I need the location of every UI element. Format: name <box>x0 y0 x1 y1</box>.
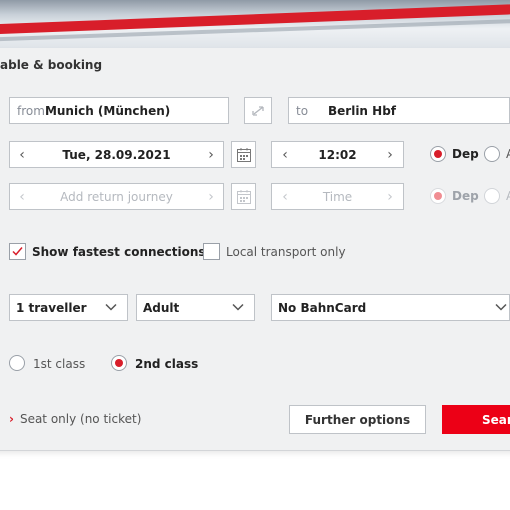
to-prefix: to <box>296 103 309 118</box>
local-transport-checkbox[interactable] <box>203 243 220 260</box>
search-button[interactable]: Searc <box>442 405 510 434</box>
return-date-placeholder: Add return journey <box>60 189 173 204</box>
swap-button[interactable] <box>244 97 272 124</box>
chevron-right-icon: › <box>9 412 14 426</box>
return-date-prev-button[interactable]: ‹ <box>10 189 34 205</box>
outbound-calendar-button[interactable] <box>231 141 256 168</box>
second-class-radio[interactable] <box>111 355 127 371</box>
chevron-down-icon <box>495 303 507 311</box>
local-transport-label: Local transport only <box>226 245 346 259</box>
chevron-right-icon: › <box>387 146 393 163</box>
chevron-left-icon: ‹ <box>282 188 288 205</box>
return-dep-label: Dep <box>452 189 479 203</box>
calendar-icon <box>236 189 251 204</box>
traveller-age-select[interactable]: Adult <box>136 294 255 321</box>
traveller-count-select[interactable]: 1 traveller <box>9 294 128 321</box>
chevron-left-icon: ‹ <box>282 146 288 163</box>
return-time-next-button[interactable]: › <box>377 189 403 205</box>
calendar-icon <box>236 147 251 162</box>
further-options-button[interactable]: Further options <box>289 405 426 434</box>
date-prev-button[interactable]: ‹ <box>10 147 34 163</box>
date-next-button[interactable]: › <box>199 147 223 163</box>
second-class-label: 2nd class <box>135 357 199 371</box>
to-value: Berlin Hbf <box>328 103 397 118</box>
return-date-next-button[interactable]: › <box>199 189 223 205</box>
outbound-date-field[interactable]: ‹ Tue, 28.09.2021 › <box>9 141 224 168</box>
traveller-age-value: Adult <box>143 300 180 315</box>
panel-title: able & booking <box>0 58 103 72</box>
header-banner-image <box>0 0 510 48</box>
bahncard-value: No BahnCard <box>278 300 367 315</box>
further-options-label: Further options <box>304 412 411 427</box>
swap-icon <box>252 105 264 116</box>
outbound-dep-radio[interactable] <box>430 146 446 162</box>
outbound-dep-label: Dep <box>452 147 479 161</box>
outbound-date-value: Tue, 28.09.2021 <box>62 147 171 162</box>
first-class-label: 1st class <box>33 357 86 371</box>
return-dep-radio[interactable] <box>430 188 446 204</box>
return-date-field[interactable]: ‹ Add return journey › <box>9 183 224 210</box>
time-next-button[interactable]: › <box>377 147 403 163</box>
checkmark-icon <box>12 247 23 256</box>
outbound-time-field[interactable]: ‹ 12:02 › <box>271 141 404 168</box>
return-calendar-button[interactable] <box>231 183 256 210</box>
fastest-connections-label: Show fastest connections <box>32 245 206 259</box>
bahncard-select[interactable]: No BahnCard <box>271 294 510 321</box>
chevron-left-icon: ‹ <box>19 188 25 205</box>
chevron-left-icon: ‹ <box>19 146 25 163</box>
return-arr-radio[interactable] <box>484 188 500 204</box>
from-prefix: from <box>17 103 45 118</box>
outbound-time-value: 12:02 <box>318 147 357 162</box>
from-value: Munich (München) <box>44 103 171 118</box>
seat-only-link[interactable]: › Seat only (no ticket) <box>9 412 141 426</box>
chevron-down-icon <box>232 303 244 311</box>
return-arr-label: A <box>506 189 510 203</box>
outbound-arr-label: A <box>506 147 510 161</box>
traveller-count-value: 1 traveller <box>16 300 87 315</box>
return-time-placeholder: Time <box>322 189 353 204</box>
chevron-right-icon: › <box>387 188 393 205</box>
outbound-arr-radio[interactable] <box>484 146 500 162</box>
chevron-right-icon: › <box>208 188 214 205</box>
time-prev-button[interactable]: ‹ <box>272 147 298 163</box>
to-field[interactable]: to Berlin Hbf <box>288 97 510 124</box>
first-class-radio[interactable] <box>9 355 25 371</box>
seat-only-label: Seat only (no ticket) <box>19 412 142 426</box>
chevron-down-icon <box>105 303 117 311</box>
return-time-prev-button[interactable]: ‹ <box>272 189 298 205</box>
fastest-connections-checkbox[interactable] <box>9 243 26 260</box>
return-time-field[interactable]: ‹ Time › <box>271 183 404 210</box>
chevron-right-icon: › <box>208 146 214 163</box>
from-field[interactable]: from Munich (München) <box>9 97 229 124</box>
search-label: Searc <box>482 412 510 427</box>
